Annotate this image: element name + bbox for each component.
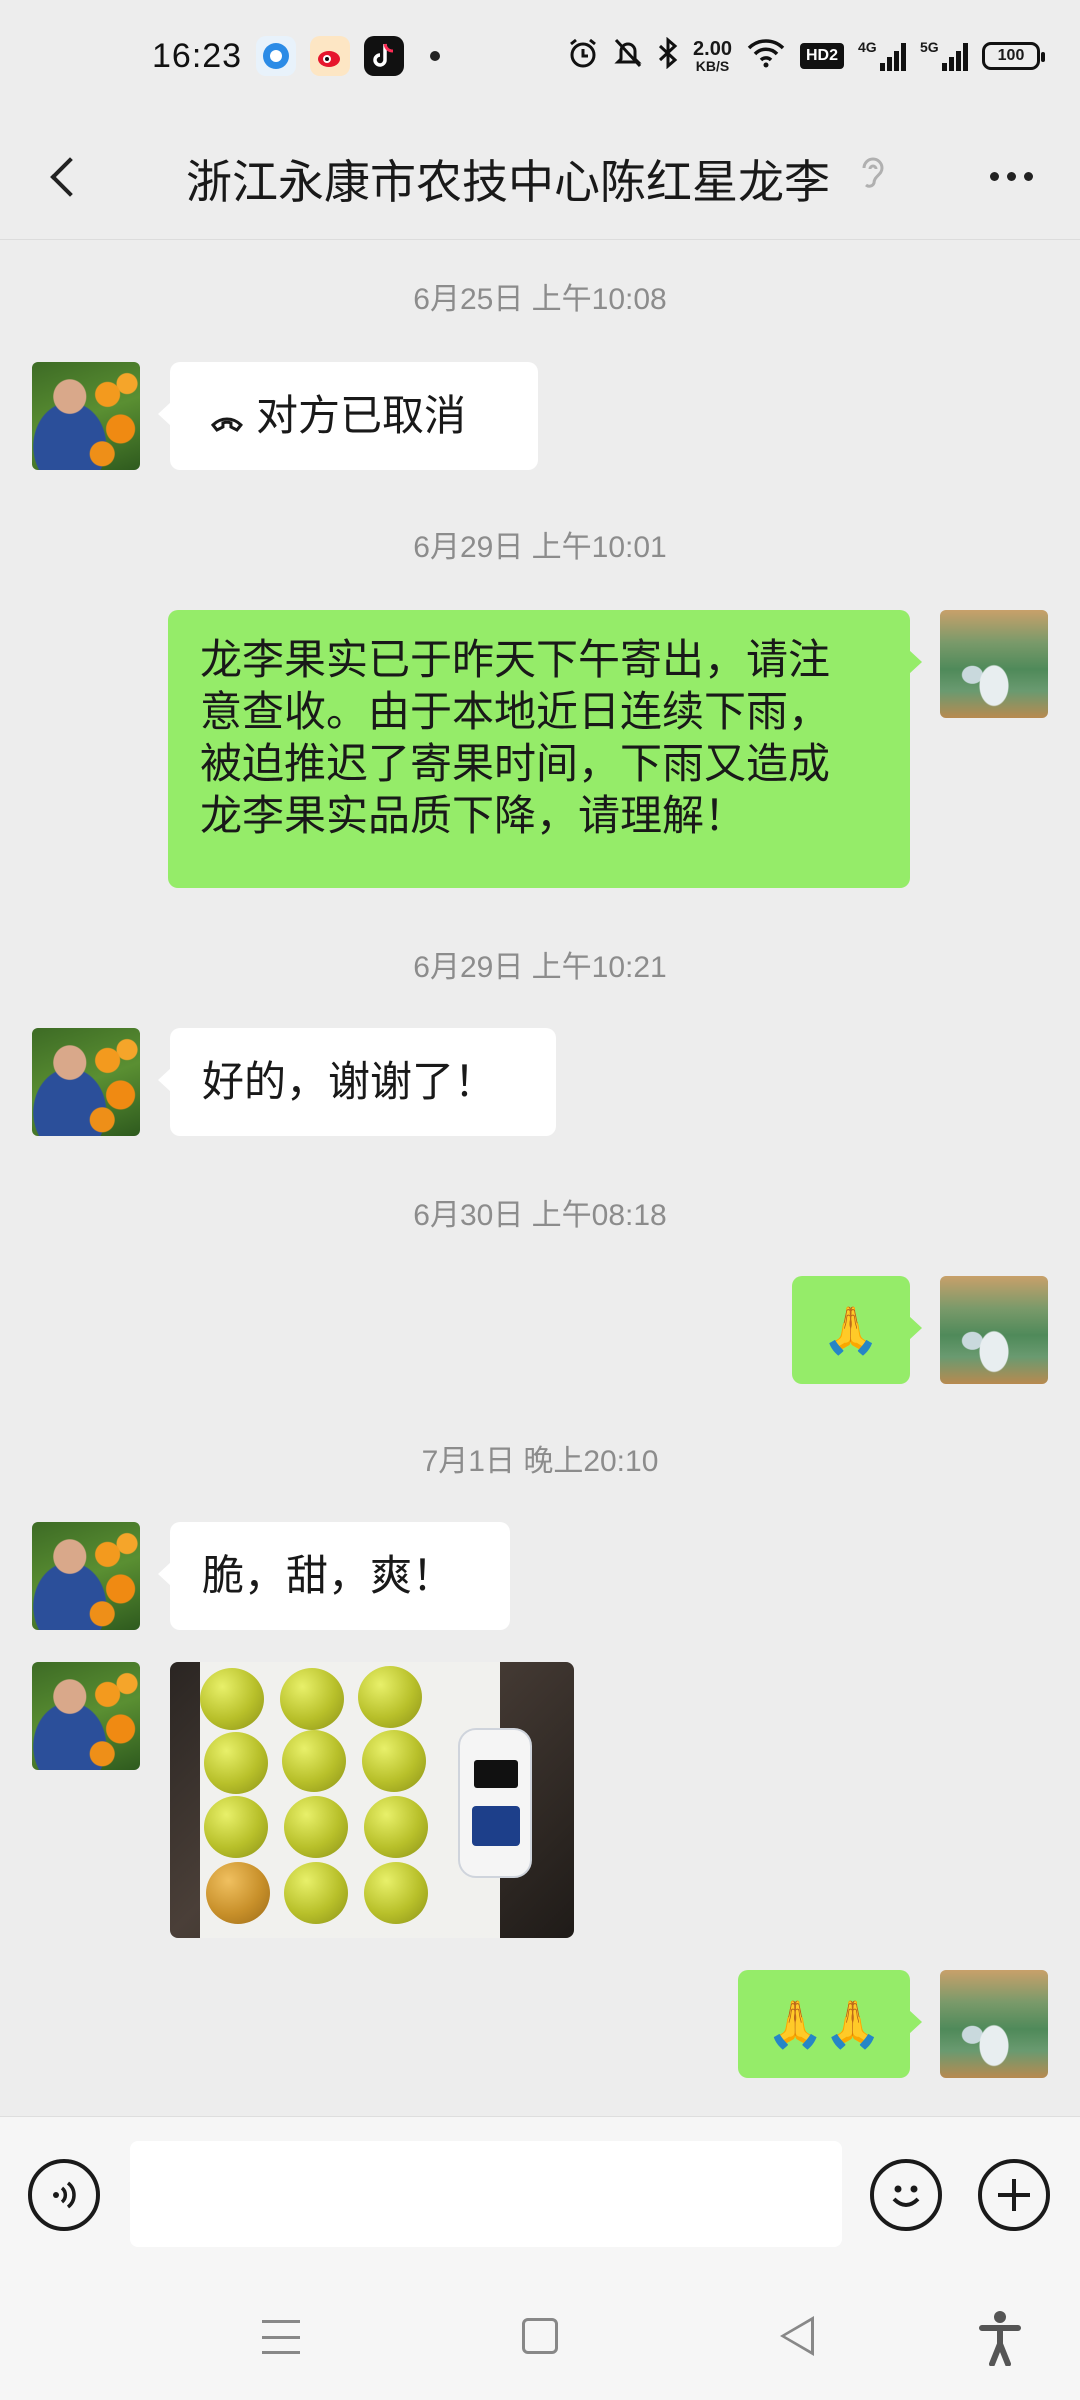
timestamp: 6月30日 上午08:18 (413, 1199, 667, 1232)
bluetooth-icon (657, 36, 679, 76)
signal-4g-icon: 4G (858, 39, 906, 71)
voice-icon (53, 2181, 76, 2209)
timestamp: 6月25日 上午10:08 (413, 283, 667, 316)
chat-title: 浙江永康市农技中心陈红星龙李 (186, 156, 830, 208)
accessibility-button[interactable] (978, 2310, 1022, 2378)
ear-icon (858, 154, 888, 204)
chevron-left-icon (50, 157, 90, 197)
contact-avatar[interactable] (32, 1522, 140, 1630)
plum-fruit (282, 1730, 346, 1792)
contact-avatar[interactable] (32, 362, 140, 470)
timestamp: 7月1日 晚上20:10 (421, 1445, 659, 1478)
back-button[interactable] (30, 142, 100, 212)
plum-fruit (206, 1862, 270, 1924)
more-options-button[interactable] (976, 146, 1046, 206)
net-speed: 2.00 KB/S (693, 38, 732, 74)
call-cancelled-bubble[interactable]: 对方已取消 (158, 362, 538, 470)
outgoing-message-bubble[interactable]: 龙李果实已于昨天下午寄出，请注 意查收。由于本地近日连续下雨， 被迫推迟了寄果时… (168, 610, 922, 888)
plum-fruit (204, 1796, 268, 1858)
my-avatar[interactable] (940, 610, 1048, 718)
plum-fruit (204, 1732, 268, 1794)
praying-hands-emoji: 🙏🙏 (766, 1998, 882, 2050)
timestamp: 6月29日 上午10:01 (413, 531, 667, 564)
message-text: 脆，甜，爽！ (202, 1552, 455, 1599)
message-line: 龙李果实已于昨天下午寄出，请注 (200, 636, 831, 683)
praying-hands-emoji: 🙏 (822, 1304, 880, 1356)
wifi-icon (746, 38, 786, 75)
browser-icon (256, 36, 297, 76)
input-bar (0, 2116, 1080, 2276)
contact-avatar[interactable] (32, 1662, 140, 1770)
plum-fruit (364, 1796, 428, 1858)
refractometer-device (458, 1728, 532, 1878)
plum-fruit (358, 1666, 422, 1728)
status-time: 16:23 (152, 36, 243, 75)
status-bar: 16:23 2.00 KB/S HD2 4G 5G 100 (0, 0, 1080, 112)
incoming-message-bubble[interactable]: 脆，甜，爽！ (158, 1522, 510, 1630)
message-line: 被迫推迟了寄果时间，下雨又造成 (200, 740, 831, 787)
tiktok-icon (364, 36, 405, 76)
fruit-photo-message[interactable] (170, 1662, 574, 1938)
my-avatar[interactable] (940, 1276, 1048, 1384)
call-status-text: 对方已取消 (256, 392, 467, 439)
message-line: 龙李果实品质下降，请理解！ (200, 792, 747, 839)
timestamp: 6月29日 上午10:21 (413, 951, 667, 984)
recent-apps-button[interactable] (262, 2320, 300, 2354)
plum-fruit (362, 1730, 426, 1792)
plum-fruit (284, 1862, 348, 1924)
chat-header: 浙江永康市农技中心陈红星龙李 (0, 112, 1080, 240)
incoming-message-bubble[interactable]: 好的，谢谢了！ (158, 1028, 556, 1136)
more-functions-button[interactable] (978, 2159, 1050, 2231)
plum-fruit (280, 1668, 344, 1730)
accessibility-icon (979, 2311, 1021, 2367)
weibo-icon (310, 36, 351, 76)
system-back-button[interactable] (780, 2316, 814, 2356)
alarm-icon (567, 37, 599, 76)
signal-5g-icon: 5G (920, 39, 968, 71)
contact-avatar[interactable] (32, 1028, 140, 1136)
plum-fruit (364, 1862, 428, 1924)
hd-voice-badge: HD2 (799, 43, 844, 69)
plum-fruit (284, 1796, 348, 1858)
outgoing-emoji-bubble[interactable]: 🙏🙏 (738, 1970, 922, 2078)
emoji-button[interactable] (870, 2159, 942, 2231)
plus-icon (998, 2179, 1030, 2211)
home-button[interactable] (522, 2318, 558, 2354)
voice-input-button[interactable] (28, 2159, 100, 2231)
mute-icon (613, 37, 643, 76)
smiley-icon (892, 2185, 920, 2207)
my-avatar[interactable] (940, 1970, 1048, 2078)
outgoing-emoji-bubble[interactable]: 🙏 (792, 1276, 922, 1384)
message-input[interactable] (130, 2141, 842, 2247)
plum-fruit (200, 1668, 264, 1730)
message-text: 好的，谢谢了！ (202, 1058, 497, 1105)
battery-icon: 100 (982, 42, 1045, 70)
phone-hangup-icon (189, 383, 255, 449)
system-navigation-bar (0, 2276, 1080, 2400)
notification-dot-icon (430, 51, 441, 61)
message-line: 意查收。由于本地近日连续下雨， (200, 688, 831, 735)
